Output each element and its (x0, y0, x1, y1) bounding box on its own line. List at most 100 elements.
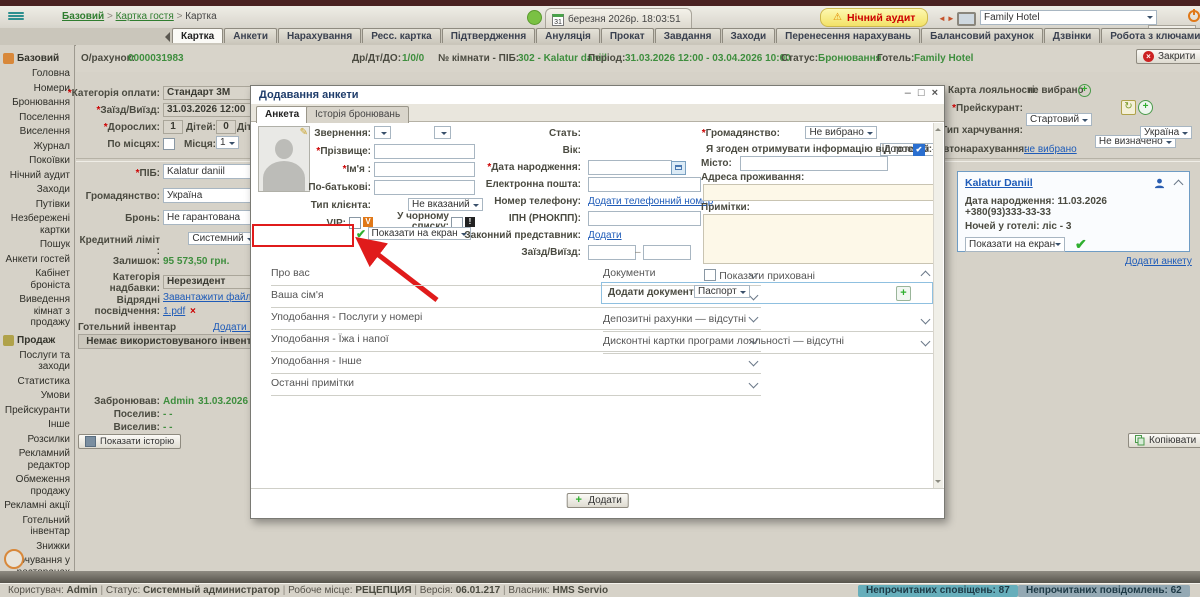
sidebar-user-button[interactable] (4, 549, 24, 569)
sidebar-item[interactable]: Розсилки (0, 433, 74, 448)
add-questionnaire-link[interactable]: Додати анкету (1125, 256, 1192, 267)
tab-balansovyi[interactable]: Балансовий рахунок (921, 28, 1043, 43)
sidebar-item[interactable]: Готельний інвентар (0, 514, 74, 540)
show-hidden-checkbox[interactable] (704, 269, 716, 281)
breadcrumb-guest-card[interactable]: Картка гостя (116, 11, 174, 22)
power-icon[interactable] (1188, 10, 1200, 22)
sidebar-section-sales[interactable]: Продаж (0, 331, 74, 349)
byplace-checkbox[interactable] (163, 138, 175, 150)
sidebar-item[interactable]: Журнал (0, 140, 74, 155)
tab-perenesennya[interactable]: Перенесення нарахувань (776, 28, 920, 43)
accordion-last-notes[interactable]: Останні примітки (271, 374, 761, 396)
collapse-card-icon[interactable] (1174, 180, 1184, 190)
guest-name-link[interactable]: Kalatur Daniil (965, 177, 1033, 189)
itn-input[interactable] (588, 211, 701, 226)
stay-to-input[interactable] (643, 245, 691, 260)
sidebar-item[interactable]: Путівки (0, 198, 74, 213)
autocharge-link[interactable]: не вибрано (1024, 144, 1077, 155)
accordion-loyalty-cards[interactable]: Дисконтні картки програми лояльності — в… (603, 332, 933, 354)
tab-narahuvannya[interactable]: Нарахування (278, 28, 361, 43)
sidebar-item[interactable]: Рекламний редактор (0, 447, 74, 473)
file-link[interactable]: 1.pdf (163, 306, 185, 317)
tab-anulyatsiya[interactable]: Ануляція (536, 28, 600, 43)
night-audit-badge[interactable]: ⚠ Нічний аудит (820, 8, 928, 27)
tab-ress-kartka[interactable]: Ресс. картка (362, 28, 441, 43)
citizenship-select[interactable]: Україна (1140, 126, 1192, 139)
city-input[interactable] (740, 156, 888, 171)
sidebar-item[interactable]: Головна (0, 67, 74, 82)
tab-prokat[interactable]: Прокат (601, 28, 654, 43)
places-select[interactable]: 1 (216, 136, 239, 149)
sidebar-item[interactable]: Анкети гостей (0, 253, 74, 268)
sidebar-item[interactable]: Покоївки (0, 154, 74, 169)
sidebar-section-basic[interactable]: Базовий (0, 49, 74, 67)
accordion-other[interactable]: Уподобання - Інше (271, 352, 761, 374)
card-show-select[interactable]: Показати на екран (965, 237, 1065, 252)
consent-checkbox[interactable]: ✔ (913, 144, 925, 156)
apply-check-icon[interactable]: ✔ (356, 227, 366, 241)
notes-textarea[interactable] (703, 214, 935, 264)
sidebar-item[interactable]: Інше (0, 418, 74, 433)
sidebar-item[interactable]: Нічний аудит (0, 169, 74, 184)
loyalty-add-icon[interactable]: + (1078, 84, 1091, 97)
add-document-select[interactable]: Паспорт (694, 285, 750, 298)
close-button[interactable]: × Закрити (1136, 49, 1200, 64)
inventory-add-link[interactable]: Додати і (213, 322, 252, 333)
sidebar-item[interactable]: Статистика (0, 375, 74, 390)
add-pricelist-icon[interactable]: + (1138, 100, 1153, 115)
tab-booking-history[interactable]: Історія бронювань (306, 106, 409, 123)
scroll-up-icon[interactable] (935, 125, 941, 131)
menu-icon[interactable] (8, 11, 24, 23)
maximize-icon[interactable]: □ (918, 87, 925, 99)
birthdate-input[interactable] (588, 160, 672, 175)
monitor-icon[interactable] (957, 12, 976, 26)
add-button[interactable]: + Додати (566, 493, 629, 508)
tab-anketa[interactable]: Анкета (256, 106, 308, 123)
minimize-icon[interactable]: – (905, 87, 911, 99)
tab-zahody[interactable]: Заходи (722, 28, 776, 43)
gender-select[interactable]: Не вибрано (805, 126, 876, 139)
tab-ankety[interactable]: Анкети (224, 28, 277, 43)
sidebar-item[interactable]: Умови (0, 389, 74, 404)
messages-badge[interactable]: Непрочитаних повідомлень: 62 (1018, 585, 1190, 597)
sidebar-item[interactable]: Кабінет броніста (0, 267, 74, 293)
refresh-pricelist-icon[interactable]: ↻ (1121, 100, 1136, 115)
confirm-check-icon[interactable]: ✔ (1075, 236, 1087, 253)
tab-pidtverdzhennya[interactable]: Підтвердження (442, 28, 535, 43)
credit-select[interactable]: Системний (188, 232, 256, 245)
stay-from-input[interactable] (588, 245, 636, 260)
sidebar-item[interactable]: Обмеження продажу (0, 473, 74, 499)
collapse-arrows-icon[interactable]: ◄► (938, 14, 956, 23)
email-input[interactable] (588, 177, 701, 192)
sidebar-item[interactable]: Послуги та заходи (0, 349, 74, 375)
sidebar-item[interactable]: Виведення кімнат з продажу (0, 293, 74, 331)
sidebar-item[interactable]: Прейскуранти (0, 404, 74, 419)
sidebar-item[interactable]: Рекламні акції (0, 499, 74, 514)
scroll-tabs-left-icon[interactable] (160, 32, 170, 42)
sidebar-item[interactable]: Незбережені картки (0, 212, 74, 238)
tab-zavdannya[interactable]: Завдання (655, 28, 721, 43)
sidebar-item[interactable]: Заходи (0, 183, 74, 198)
sidebar-item[interactable]: Пошук (0, 238, 74, 253)
scroll-down-icon[interactable] (935, 480, 941, 486)
accordion-deposit-accounts[interactable]: Депозитні рахунки — відсутні (603, 310, 933, 332)
close-dialog-icon[interactable]: × (932, 87, 938, 99)
breadcrumb-base[interactable]: Базовий (62, 11, 104, 22)
upload-file-link[interactable]: Завантажити файл (163, 292, 251, 303)
datepicker-icon[interactable] (671, 161, 686, 175)
add-document-button[interactable]: + (896, 286, 911, 301)
dialog-scrollbar[interactable] (933, 123, 943, 488)
tab-kartka[interactable]: Картка (172, 28, 223, 43)
add-representative-link[interactable]: Додати (588, 230, 622, 241)
pricelist-select[interactable]: Стартовий (1026, 113, 1092, 126)
notifications-badge[interactable]: Непрочитаних сповіщень: 87 (858, 585, 1018, 597)
show-history-button[interactable]: Показати історію (78, 434, 181, 449)
copy-button[interactable]: Копіювати (1128, 433, 1200, 448)
chat-bubble-icon[interactable] (527, 10, 542, 25)
hotel-select[interactable]: Family Hotel (980, 10, 1157, 25)
tab-klyuchi[interactable]: Робота з ключами (1101, 28, 1200, 43)
address-textarea[interactable] (703, 184, 935, 201)
delete-file-icon[interactable]: × (190, 306, 196, 317)
tab-dzvinky[interactable]: Дзвінки (1044, 28, 1100, 43)
add-phone-link[interactable]: Додати телефонний номер (588, 196, 713, 207)
